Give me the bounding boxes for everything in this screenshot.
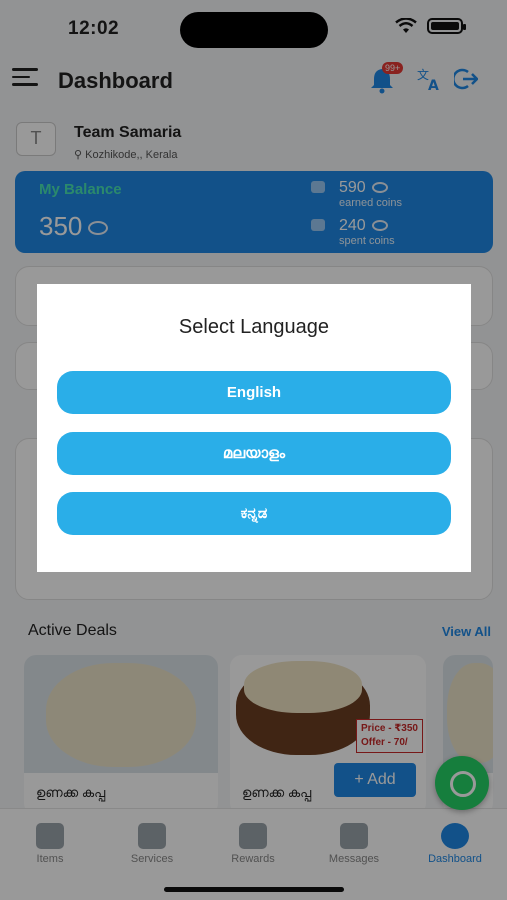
language-option-kannada[interactable]: ಕನ್ನಡ xyxy=(57,492,451,535)
language-option-malayalam[interactable]: മലയാളം xyxy=(57,432,451,475)
language-modal: Select Language English മലയാളം ಕನ್ನಡ xyxy=(37,284,471,572)
language-option-english[interactable]: English xyxy=(57,371,451,414)
modal-title: Select Language xyxy=(178,316,330,338)
